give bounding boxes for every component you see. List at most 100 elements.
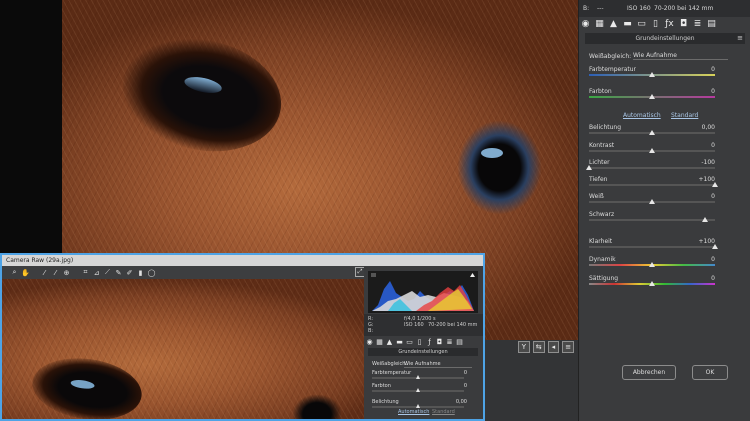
slider-track[interactable] xyxy=(372,404,464,408)
panel-menu-icon[interactable]: ≡ xyxy=(737,33,743,44)
slider-value[interactable]: 0 xyxy=(675,256,715,263)
section-header: Grundeinstellungen ≡ xyxy=(585,33,745,44)
target-adjust-icon[interactable]: ⊕ xyxy=(62,269,71,277)
teiltonung-icon[interactable]: ▭ xyxy=(637,19,646,29)
slider-label: Lichter xyxy=(589,159,610,166)
photo-preview-front[interactable] xyxy=(2,279,364,419)
slider-thumb[interactable] xyxy=(712,182,718,187)
radial-filter-icon[interactable]: ◯ xyxy=(147,269,156,277)
swap-icon[interactable]: ◂ xyxy=(547,341,560,353)
slider-track[interactable] xyxy=(589,217,715,222)
cancel-button[interactable]: Abbrechen xyxy=(622,365,676,380)
slider-label: Sättigung xyxy=(589,275,619,282)
slider-thumb[interactable] xyxy=(649,148,655,153)
grundeinstellungen-icon[interactable]: ◉ xyxy=(581,19,590,29)
weissabgleich-dropdown[interactable]: Wie Aufnahme xyxy=(404,361,472,368)
slider-thumb[interactable] xyxy=(701,217,708,222)
slider-thumb[interactable] xyxy=(649,199,655,204)
slider-value[interactable]: +100 xyxy=(675,238,715,245)
weissabgleich-label: Weißabgleich: xyxy=(589,53,632,60)
straighten-icon[interactable]: ⊿ xyxy=(92,269,101,277)
grundeinstellungen-icon[interactable]: ◉ xyxy=(366,338,373,346)
auto-link[interactable]: Automatisch xyxy=(623,112,661,119)
slider-value[interactable]: 0 xyxy=(437,383,467,389)
clip-shadow-icon[interactable] xyxy=(371,273,376,277)
eyedropper-icon[interactable]: ⁄ xyxy=(40,269,49,277)
gradationskurve-icon[interactable]: ▦ xyxy=(595,19,604,29)
info-b-label: B: xyxy=(583,5,590,12)
vorgaben-icon[interactable]: ≣ xyxy=(693,19,702,29)
kamerakalibrierung-icon[interactable]: ◘ xyxy=(679,19,688,29)
zoom-icon[interactable]: ⌕ xyxy=(10,268,19,277)
adjustments-panel: B: --- ISO 160 70-200 bei 142 mm ◉ ▦ ▲ ▬… xyxy=(578,0,750,421)
slider-thumb[interactable] xyxy=(416,375,420,379)
hsl-icon[interactable]: ▬ xyxy=(623,19,632,29)
effekte-icon[interactable]: ƒ xyxy=(426,338,433,346)
slider-thumb[interactable] xyxy=(649,72,655,77)
slider-value[interactable]: 0,00 xyxy=(675,124,715,131)
slider-value[interactable]: -100 xyxy=(675,159,715,166)
schnappschuesse-icon[interactable]: ▤ xyxy=(707,19,716,29)
slider-track[interactable] xyxy=(372,388,464,392)
slider-track[interactable] xyxy=(589,244,718,249)
slider-thumb[interactable] xyxy=(649,262,655,267)
details-icon[interactable]: ▲ xyxy=(386,338,393,346)
redeye-icon[interactable]: ✎ xyxy=(114,269,123,277)
slider-value[interactable]: 0 xyxy=(675,66,715,73)
slider-label: Schwarz xyxy=(589,211,615,218)
clip-highlight-icon[interactable] xyxy=(470,273,475,277)
info-iso: ISO 160 xyxy=(404,322,424,328)
vorgaben-icon[interactable]: ≣ xyxy=(446,338,453,346)
info-lens: 70-200 bei 140 mm xyxy=(428,322,478,328)
kamerakalibrierung-icon[interactable]: ◘ xyxy=(436,338,443,346)
objektivkorrektur-icon[interactable]: ▯ xyxy=(416,338,423,346)
slider-track[interactable] xyxy=(589,72,715,77)
objektivkorrektur-icon[interactable]: ▯ xyxy=(651,19,660,29)
details-icon[interactable]: ▲ xyxy=(609,19,618,29)
slider-value[interactable]: 0 xyxy=(437,370,467,376)
before-after-icon[interactable]: ⇆ xyxy=(532,341,545,353)
auto-link[interactable]: Automatisch xyxy=(398,409,429,415)
slider-track[interactable] xyxy=(589,182,718,187)
slider-value[interactable]: 0 xyxy=(675,275,715,282)
slider-thumb[interactable] xyxy=(649,94,655,99)
crop-icon[interactable]: ⌗ xyxy=(81,268,90,277)
slider-value[interactable]: +100 xyxy=(675,176,715,183)
effekte-icon[interactable]: ƒx xyxy=(665,19,674,29)
view-toggle-icon[interactable]: Y xyxy=(518,341,530,353)
slider-thumb[interactable] xyxy=(649,281,655,286)
standard-link[interactable]: Standard xyxy=(432,409,455,415)
slider-thumb[interactable] xyxy=(712,244,718,249)
hand-icon[interactable]: ✋ xyxy=(21,269,30,277)
standard-link[interactable]: Standard xyxy=(671,112,698,119)
slider-thumb[interactable] xyxy=(416,404,420,408)
settings-icon[interactable]: ≡ xyxy=(562,341,574,353)
gradationskurve-icon[interactable]: ▦ xyxy=(376,338,383,346)
adjustment-brush-icon[interactable]: ✐ xyxy=(125,269,134,277)
slider-track[interactable] xyxy=(589,281,715,286)
slider-thumb[interactable] xyxy=(416,388,420,392)
graduated-filter-icon[interactable]: ▮ xyxy=(136,269,145,277)
weissabgleich-dropdown[interactable]: Wie Aufnahme xyxy=(633,52,728,60)
slider-thumb[interactable] xyxy=(586,165,592,170)
slider-track[interactable] xyxy=(589,148,715,153)
slider-track[interactable] xyxy=(589,130,715,135)
slider-value[interactable]: 0 xyxy=(675,193,715,200)
slider-track[interactable] xyxy=(589,94,715,99)
slider-thumb[interactable] xyxy=(649,130,655,135)
slider-label: Farbtemperatur xyxy=(589,66,637,73)
slider-value[interactable]: 0 xyxy=(675,142,715,149)
slider-track[interactable] xyxy=(586,165,715,170)
spot-removal-icon[interactable]: ⟋ xyxy=(103,268,112,277)
teiltonung-icon[interactable]: ▭ xyxy=(406,338,413,346)
slider-track[interactable] xyxy=(589,199,715,204)
hsl-icon[interactable]: ▬ xyxy=(396,338,403,346)
ok-button[interactable]: OK xyxy=(692,365,728,380)
slider-value[interactable]: 0 xyxy=(675,88,715,95)
slider-value[interactable]: 0,00 xyxy=(437,399,467,405)
slider-track[interactable] xyxy=(372,375,464,379)
info-b-value: --- xyxy=(597,5,604,12)
schnappschuesse-icon[interactable]: ▤ xyxy=(456,338,463,346)
color-sampler-icon[interactable]: ⁄ xyxy=(51,269,60,277)
slider-track[interactable] xyxy=(589,262,715,267)
